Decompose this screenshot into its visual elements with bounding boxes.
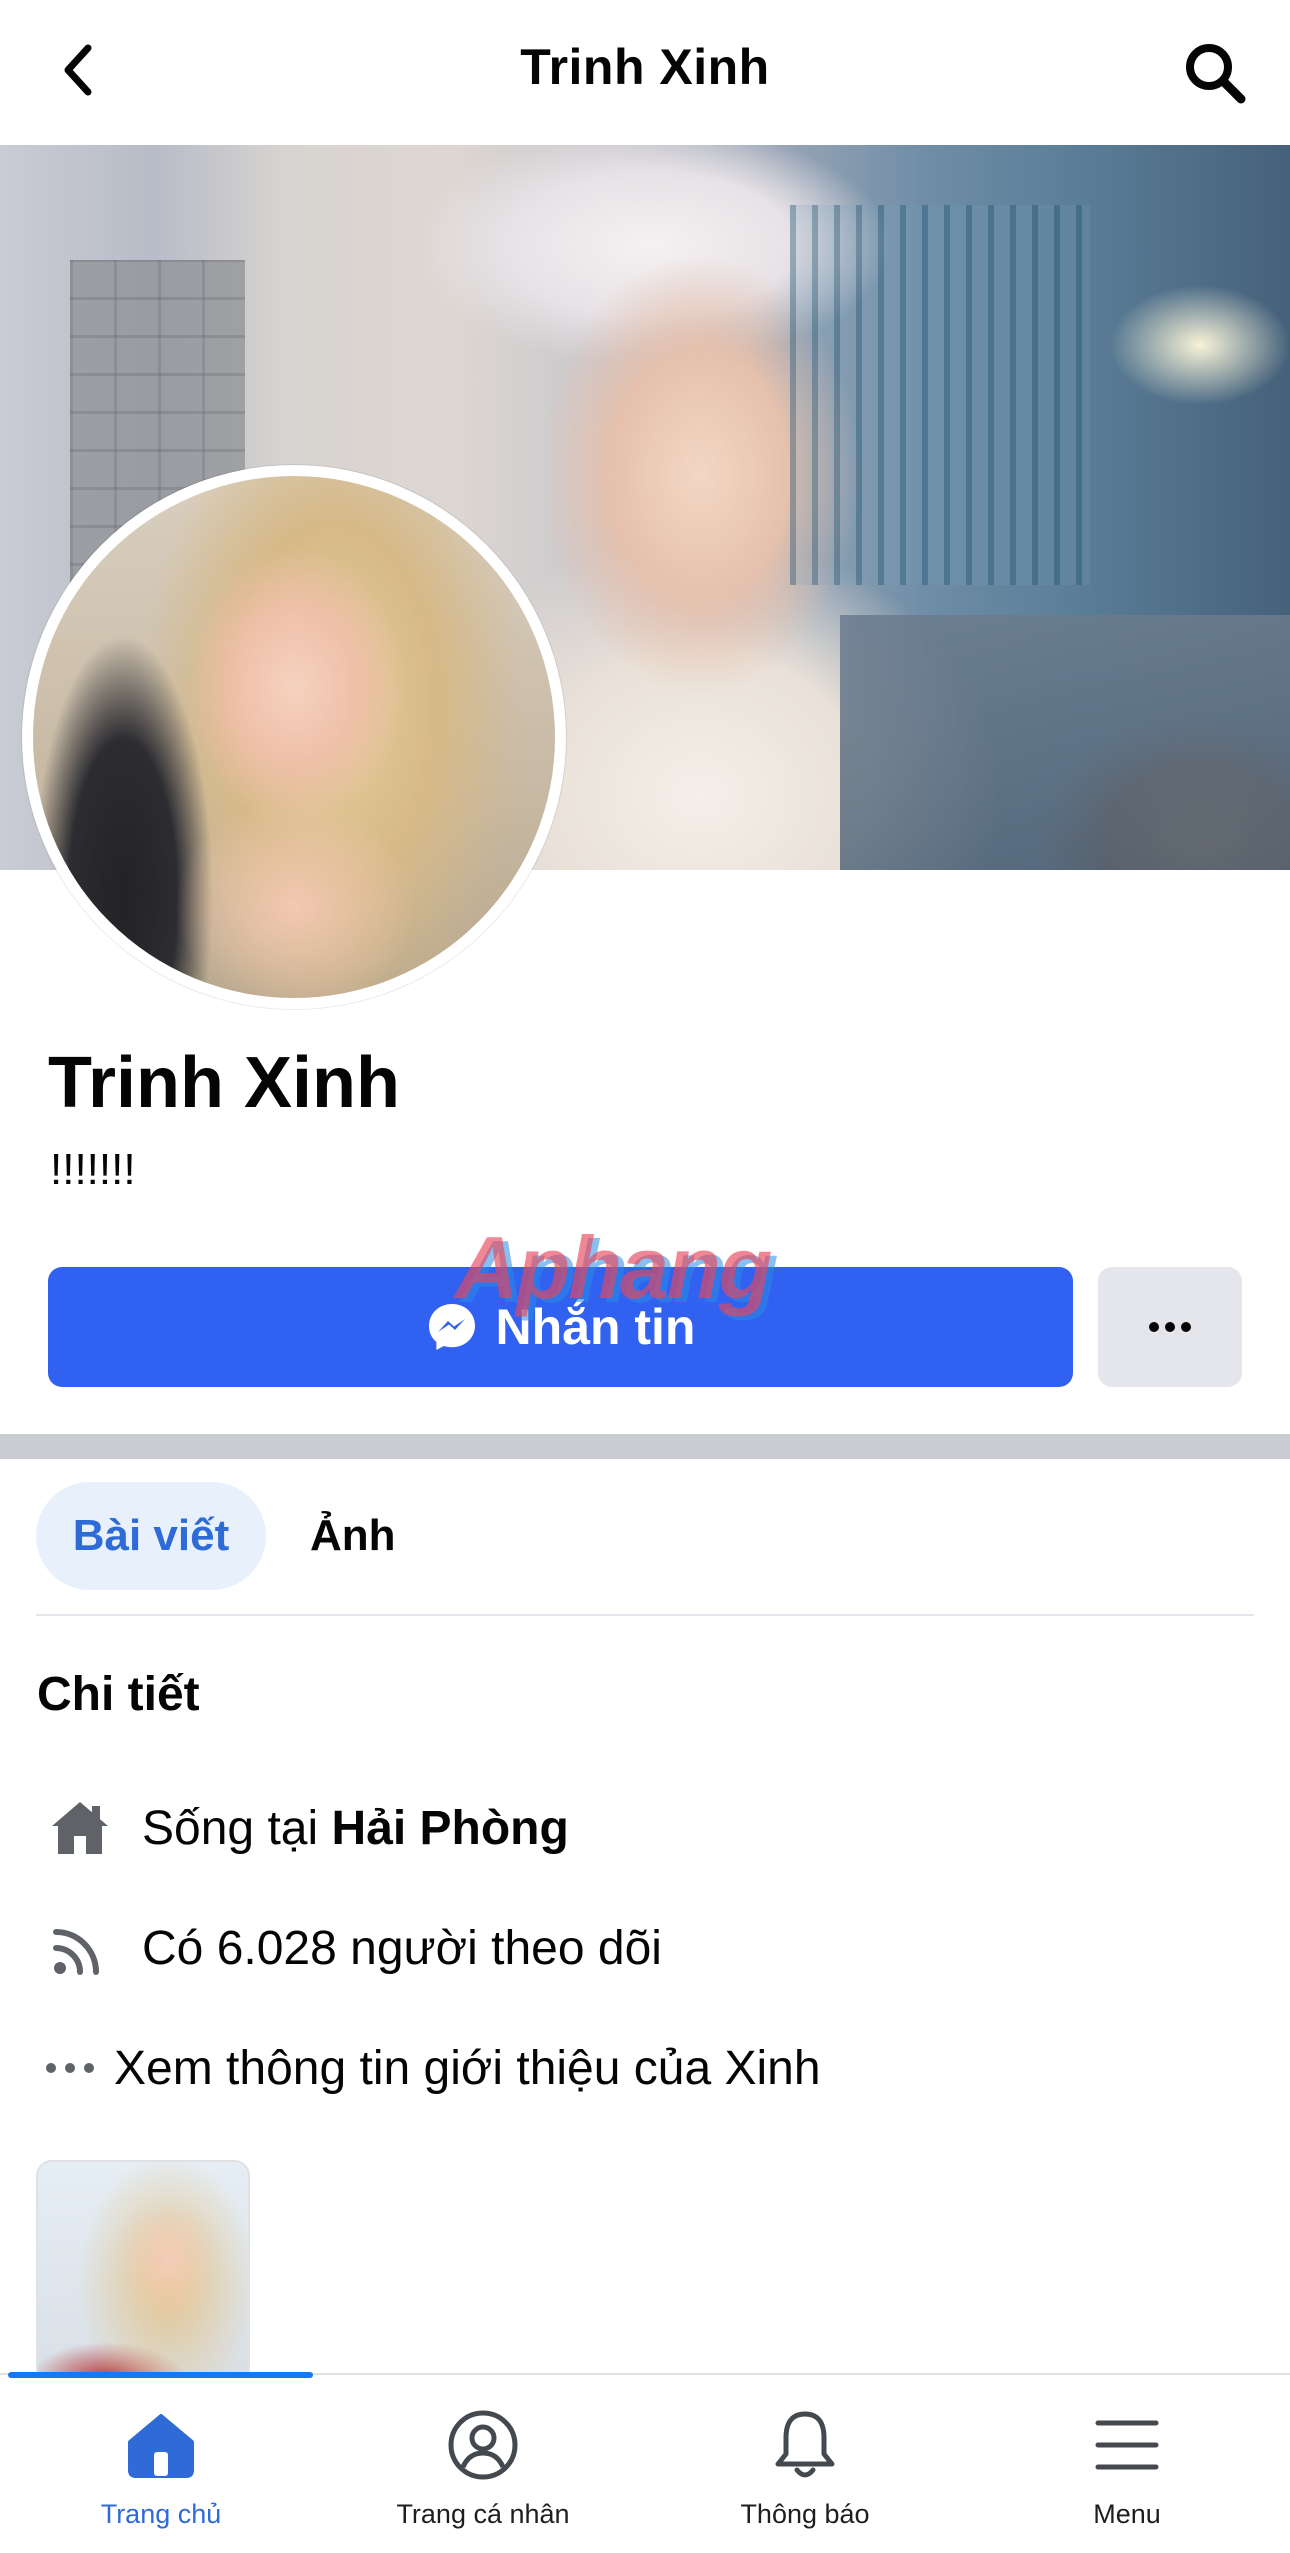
menu-icon: [1087, 2405, 1167, 2485]
tab-divider: [36, 1614, 1254, 1616]
nav-active-indicator: [8, 2372, 313, 2378]
featured-photo-thumbnail[interactable]: [36, 2160, 250, 2394]
nav-home[interactable]: Trang chủ: [0, 2375, 322, 2553]
house-icon: [40, 1788, 120, 1868]
nav-home-label: Trang chủ: [100, 2499, 222, 2529]
search-button[interactable]: [1170, 28, 1260, 118]
nav-menu-label: Menu: [1093, 2499, 1161, 2529]
profile-name: Trinh Xinh: [48, 1043, 400, 1123]
nav-notifications-label: Thông báo: [740, 2499, 870, 2529]
cover-road-texture: [840, 615, 1290, 870]
cover-gate-texture: [790, 205, 1090, 585]
more-dots-icon: [1149, 1322, 1191, 1332]
lives-in-place[interactable]: Hải Phòng: [331, 1802, 568, 1855]
nav-profile[interactable]: Trang cá nhân: [322, 2375, 644, 2553]
tab-posts[interactable]: Bài viết: [36, 1482, 266, 1590]
about-link-text: Xem thông tin giới thiệu của Xinh: [114, 2041, 821, 2095]
nav-notifications[interactable]: Thông báo: [644, 2375, 966, 2553]
followers-text: Có 6.028 người theo dõi: [142, 1921, 662, 1975]
search-icon: [1186, 44, 1246, 104]
watermark-logo: Aphang: [455, 1218, 773, 1317]
section-divider: [0, 1434, 1290, 1459]
detail-lives-in: Sống tại Hải Phòng: [40, 1788, 569, 1868]
more-dots-icon: [30, 2028, 110, 2108]
more-options-button[interactable]: [1098, 1267, 1242, 1387]
detail-followers[interactable]: Có 6.028 người theo dõi: [40, 1908, 662, 1988]
avatar[interactable]: [33, 476, 555, 998]
nav-menu[interactable]: Menu: [966, 2375, 1288, 2553]
home-icon: [121, 2405, 201, 2485]
nav-profile-label: Trang cá nhân: [396, 2499, 570, 2529]
page-title: Trinh Xinh: [520, 39, 770, 95]
bell-icon: [765, 2405, 845, 2485]
details-heading: Chi tiết: [37, 1668, 200, 1721]
tab-photos[interactable]: Ảnh: [310, 1482, 396, 1590]
lives-in-prefix: Sống tại: [142, 1801, 332, 1855]
profile-bio: !!!!!!!: [50, 1145, 136, 1194]
rss-icon: [40, 1908, 120, 1988]
detail-about-link[interactable]: Xem thông tin giới thiệu của Xinh: [30, 2028, 821, 2108]
profile-icon: [443, 2405, 523, 2485]
bottom-nav: Trang chủ Trang cá nhân Thông báo Menu: [0, 2373, 1290, 2553]
